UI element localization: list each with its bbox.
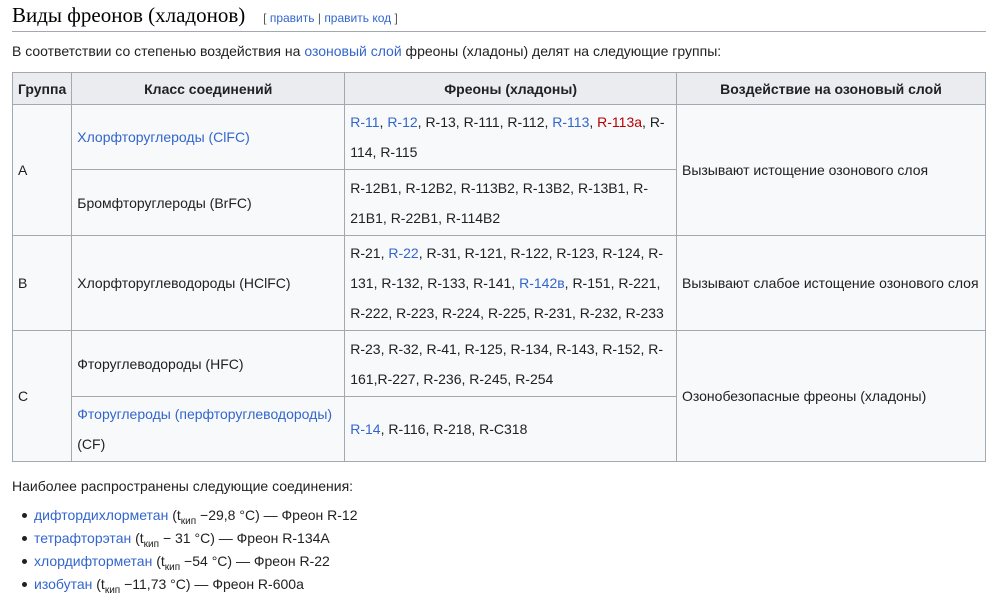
header-class: Класс соединений — [71, 72, 346, 105]
compound-class-name: Фторуглеводороды (HFC) — [77, 355, 244, 372]
dash: — — [214, 530, 237, 546]
header-ozone-effect: Воздействие на озоновый слой — [675, 72, 986, 105]
freon-link[interactable]: R-113 — [552, 114, 589, 130]
freon-text: , — [589, 114, 598, 130]
compound-class-link[interactable]: Хлорфторуглероды (ClFC) — [77, 129, 249, 145]
bullet-icon — [22, 559, 27, 564]
group-cell: C — [11, 330, 73, 462]
freon-text: , R-13, R-111, R-112, — [417, 114, 553, 130]
compound-class-cell: Фторуглеводороды (HFC) — [71, 330, 346, 397]
freon-name: Фреон R-22 — [253, 553, 330, 569]
freon-groups-table: Группа Класс соединений Фреоны (хладоны)… — [11, 72, 986, 462]
bullet-icon — [22, 536, 27, 541]
text: ( — [131, 530, 140, 546]
freon-text: R-12B1, R-12B2, R-113B2, R-13B2, R-13B1,… — [350, 179, 648, 226]
freon-list-cell: R-12B1, R-12B2, R-113B2, R-13B2, R-13B1,… — [344, 169, 677, 236]
header-group: Группа — [11, 72, 73, 105]
bullet-icon — [22, 582, 27, 587]
section-heading: Виды фреонов (хладонов) [ править | прав… — [12, 2, 986, 32]
compound-link[interactable]: тетрафторэтан — [34, 530, 131, 546]
compound-class-cell: Фторуглероды (перфторуглеводороды) (CF) — [71, 396, 346, 462]
compound-class-name: Бромфторуглероды (BrFC) — [77, 194, 252, 211]
boiling-point-value: −29,8 °C) — [196, 507, 260, 523]
edit-code-link[interactable]: править код — [324, 11, 391, 25]
compound-class-suffix: (CF) — [77, 436, 106, 452]
freon-text: R-21, — [350, 245, 389, 261]
freon-missing-link[interactable]: R-113a — [597, 114, 642, 130]
ozone-effect-cell: Вызывают слабое истощение озонового слоя — [675, 235, 986, 331]
list-item: дифтордихлорметан (tкип −29,8 °C) — Фрео… — [12, 505, 357, 528]
ozone-effect-cell: Озонобезопасные фреоны (хладоны) — [675, 330, 986, 462]
compound-class-name: Хлорфторуглеводороды (HClFC) — [77, 275, 291, 291]
freon-name: Фреон R-12 — [281, 507, 358, 523]
compound-class-cell: Хлорфторуглеводороды (HClFC) — [71, 235, 346, 331]
text: ( — [168, 507, 177, 523]
edit-link[interactable]: править — [270, 11, 315, 25]
freon-list-cell: R-23, R-32, R-41, R-125, R-134, R-143, R… — [344, 330, 677, 397]
text: ( — [92, 576, 101, 592]
bullet-icon — [22, 513, 27, 518]
boiling-point-value: −11,73 °C) — [120, 576, 191, 592]
group-cell: B — [11, 235, 73, 331]
freon-list-cell: R-14, R-116, R-218, R-C318 — [344, 396, 677, 462]
compound-class-link[interactable]: Фторуглероды (перфторуглеводороды) — [77, 406, 332, 422]
freon-link[interactable]: R-14 — [350, 421, 380, 437]
freon-name: Фреон R-600a — [212, 576, 304, 592]
dash: — — [232, 553, 254, 569]
freon-link[interactable]: R-12 — [387, 114, 417, 130]
freon-link[interactable]: R-142в — [519, 275, 565, 291]
edit-section-links: [ править | править код ] — [263, 11, 398, 25]
boiling-point-value: −54 °C) — [180, 553, 233, 569]
table-row: B Хлорфторуглеводороды (HClFC) R-21, R-22,… — [11, 235, 986, 331]
table-header-row: Группа Класс соединений Фреоны (хладоны)… — [11, 72, 986, 105]
list-item: тетрафторэтан (tкип − 31 °C) — Фреон R-1… — [12, 528, 357, 551]
compound-link[interactable]: хлордифторметан — [34, 553, 152, 569]
header-freons: Фреоны (хладоны) — [344, 72, 677, 105]
boiling-point-subscript: кип — [104, 585, 121, 596]
group-cell: A — [11, 104, 73, 236]
boiling-point-value: − 31 °C) — [159, 530, 215, 546]
list-item: хлордифторметан (tкип −54 °C) — Фреон R-… — [12, 551, 357, 574]
compound-class-cell: Бромфторуглероды (BrFC) — [71, 169, 346, 236]
compound-class-cell: Хлорфторуглероды (ClFC) — [71, 104, 346, 170]
freon-text: R-23, R-32, R-41, R-125, R-134, R-143, R… — [350, 340, 664, 387]
text: ( — [152, 553, 161, 569]
boiling-point-subscript: кип — [143, 539, 160, 550]
section-title: Виды фреонов (хладонов) — [12, 3, 246, 27]
dash: — — [259, 507, 282, 523]
list-item: изобутан (tкип −11,73 °C) — Фреон R-600a — [12, 574, 357, 597]
ozone-layer-link[interactable]: озоновый слой — [304, 43, 401, 59]
ozone-effect-cell: Вызывают истощение озонового слоя — [675, 104, 986, 236]
common-compounds-intro: Наиболее распространены следующие соедин… — [12, 478, 354, 494]
dash: — — [190, 576, 213, 592]
freon-link[interactable]: R-22 — [388, 245, 418, 261]
freon-text: , R-116, R-218, R-C318 — [380, 421, 528, 437]
compound-link[interactable]: изобутан — [34, 576, 92, 592]
table-row: C Фторуглеводороды (HFC) R-23, R-32, R-41,… — [11, 330, 986, 462]
intro-paragraph: В соответствии со степенью воздействия н… — [12, 43, 722, 59]
boiling-point-subscript: кип — [164, 562, 181, 573]
common-compounds-list: дифтордихлорметан (tкип −29,8 °C) — Фрео… — [12, 505, 357, 597]
freon-link[interactable]: R-11 — [350, 114, 379, 130]
freon-name: Фреон R-134A — [236, 530, 330, 546]
freon-list-cell: R-21, R-22, R-31, R-121, R-122, R-123, R… — [344, 235, 677, 331]
boiling-point-subscript: кип — [180, 516, 197, 527]
table-row: A Хлорфторуглероды (ClFC) R-11, R-12, R-13… — [11, 104, 986, 236]
freon-list-cell: R-11, R-12, R-13, R-111, R-112, R-113, R… — [344, 104, 677, 170]
compound-link[interactable]: дифтордихлорметан — [34, 507, 168, 523]
